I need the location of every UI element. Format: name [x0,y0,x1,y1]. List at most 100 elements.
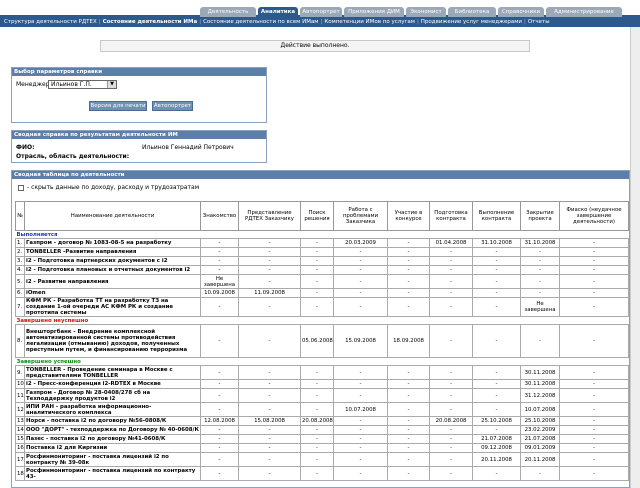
stage-cell: - [333,256,388,266]
activity-name[interactable]: i2 - Подготовка партнерских документов с… [24,256,201,266]
table-row[interactable]: 5. i2 - Развитие направления Не завершена -… [15,274,629,289]
stage-cell: - [520,324,560,358]
table-row[interactable]: 11.Газпром - Договор № 28-0408/278 сб на… [15,388,629,403]
activity-name[interactable]: Газпром - Договор № 28-0408/278 сб на Те… [24,388,201,403]
checkbox-icon[interactable] [18,184,24,191]
row-number: 8. [15,324,25,358]
stage-cell: - [559,288,629,298]
activity-name[interactable]: Внешторгбанк - Внедрение комплексной авт… [24,324,201,358]
stage-cell: - [559,274,629,289]
stage-cell: - [429,297,473,317]
row-number: 15. [15,434,25,444]
table-row[interactable]: 16.Поставка i2 для Киргизии------09.12.2… [15,443,629,453]
stage-cell: - [387,379,430,389]
row-number: 13. [15,416,25,426]
activity-name[interactable]: ИПИ РАН - разработка информационно-анали… [24,402,201,417]
tab-6[interactable]: Библиотека [448,7,496,17]
table-row[interactable]: 14.ООО "ДОРТ" - техподдержка по Договору… [15,425,629,435]
stage-cell: 20.03.2009 [333,238,388,248]
activity-name[interactable]: i2 - Развитие направления [24,274,201,289]
activity-name[interactable]: TONBELLER -Развитие направления [24,247,201,257]
tab-4[interactable]: Приложения ДИМ [344,7,404,17]
subnav-link-2[interactable]: Состояние деятельности ИМа [103,19,198,25]
activity-name[interactable]: Поставка i2 для Киргизии [24,443,201,453]
subnav-link-3[interactable]: Состояние деятельности по всем ИМам [203,19,318,25]
stage-cell: - [200,365,239,380]
column-header-3: Знакомство [200,201,239,231]
stage-cell: - [559,256,629,266]
chevron-down-icon[interactable]: ▼ [107,81,116,88]
manager-select[interactable]: Ильинов Г.П. ▼ [48,80,117,89]
table-row[interactable]: 13.Норси - поставка i2 по договору №56-0… [15,416,629,426]
table-row[interactable]: 6. iOmen 10.09.2008 11.09.2008- - - - - - - [15,288,629,298]
table-row[interactable]: 17.Росфинмониторинг - поставка лицензий … [15,452,629,467]
stage-cell: 18.09.2008 [387,324,430,358]
subnav-link-1[interactable]: Структура деятельности РДТЕХ [4,19,97,25]
stage-cell: 10.07.2008 [520,402,560,417]
tab-7[interactable]: Справочники [498,7,544,17]
activity-name[interactable]: КФМ РК - Разработка ТТ на разработку ТЗ … [24,297,201,317]
tab-2[interactable]: Аналитика [258,7,298,17]
stage-cell: 21.07.2008 [472,434,521,444]
group-title: Завершено неуспешно [16,317,89,324]
print-version-button[interactable]: Версия для печати [89,101,147,111]
table-row[interactable]: 7. КФМ РК - Разработка ТТ на разработку Т… [15,297,629,317]
table-row[interactable]: 12.ИПИ РАН - разработка информационно-ан… [15,402,629,417]
activity-name[interactable]: Росфинмониторинг - поставка лицензий по … [24,466,201,481]
stage-cell: - [429,466,473,481]
table-row[interactable]: 10.i2 - Пресс-конференция i2-RDTEX в Мос… [15,379,629,389]
tab-1[interactable]: Деятельность [200,7,256,17]
stage-cell: - [387,402,430,417]
column-header-6: Работа с проблемами Заказчика [333,201,388,231]
vertical-scrollbar[interactable] [630,27,640,488]
stage-cell: - [559,379,629,389]
row-number: 4. [15,265,25,275]
stage-cell: - [238,452,301,467]
subnav-link-5[interactable]: Продвижение услуг менеджерами [421,19,522,25]
stage-cell: - [238,388,301,403]
table-row[interactable]: 15.Пазес - поставка i2 по договору №41-0… [15,434,629,444]
hide-financials-checkbox[interactable]: - скрыть данные по доходу, расходу и тру… [18,184,199,191]
stage-cell: - [300,256,334,266]
table-row[interactable]: 9. TONBELLER - Проведение семинара в Моск… [15,365,629,380]
table-header-row: № Наименование деятельности Знакомство Пред… [15,201,629,231]
table-row[interactable]: 1. Газпром - договор № 1083-08-5 на разра… [15,238,629,248]
stage-cell: - [429,402,473,417]
group-header-row: Выполняется [16,231,629,239]
table-row[interactable]: 18.Росфинмониторинг - поставка лицензий … [15,466,629,481]
activity-name[interactable]: TONBELLER - Проведение семинара в Москве… [24,365,201,380]
table-row[interactable]: 2. TONBELLER -Развитие направления - - - - - - -… [15,247,629,257]
activity-name[interactable]: Пазес - поставка i2 по договору №41-0608… [24,434,201,444]
stage-cell: Не завершена [200,274,239,289]
stage-cell: - [200,434,239,444]
autoportrait-button[interactable]: Автопортрет [152,101,193,111]
stage-cell: - [333,388,388,403]
table-row[interactable]: 4. i2 - Подготовка плановых и отчетных до… [15,265,629,275]
stage-cell: 30.11.2008 [520,379,560,389]
activity-name[interactable]: iOmen [24,288,201,298]
tab-5[interactable]: Экономист [406,7,446,17]
stage-cell: - [333,297,388,317]
stage-cell: - [238,425,301,435]
table-row[interactable]: 8. Внешторгбанк - Внедрение комплексной а… [15,324,629,358]
fio-value: Ильинов Геннадий Петрович [142,144,234,151]
tab-8[interactable]: Администрирование [546,7,622,17]
activity-name[interactable]: i2 - Подготовка плановых и отчетных доку… [24,265,201,275]
subnav-link-6[interactable]: Отчеты [528,19,550,25]
tab-3[interactable]: Автопортрет [300,7,342,17]
stage-cell: 23.02.2009 [520,425,560,435]
column-header-1: № [15,201,25,231]
stage-cell: - [238,402,301,417]
stage-cell: - [200,297,239,317]
activity-name[interactable]: Газпром - договор № 1083-08-5 на разрабо… [24,238,201,248]
activity-name[interactable]: Норси - поставка i2 по договору №56-0808… [24,416,201,426]
params-panel: Выбор параметров справки Менеджер Ильино… [11,67,267,123]
row-number: 14. [15,425,25,435]
stage-cell: - [333,416,388,426]
subnav-link-4[interactable]: Компетенции ИМов по услугам [324,19,415,25]
activity-name[interactable]: ООО "ДОРТ" - техподдержка по Договору № … [24,425,201,435]
stage-cell: - [238,324,301,358]
activity-name[interactable]: i2 - Пресс-конференция i2-RDTEX в Москве [24,379,201,389]
table-row[interactable]: 3. i2 - Подготовка партнерских документов… [15,256,629,266]
activity-name[interactable]: Росфинмониторинг - поставка лицензий i2 … [24,452,201,467]
